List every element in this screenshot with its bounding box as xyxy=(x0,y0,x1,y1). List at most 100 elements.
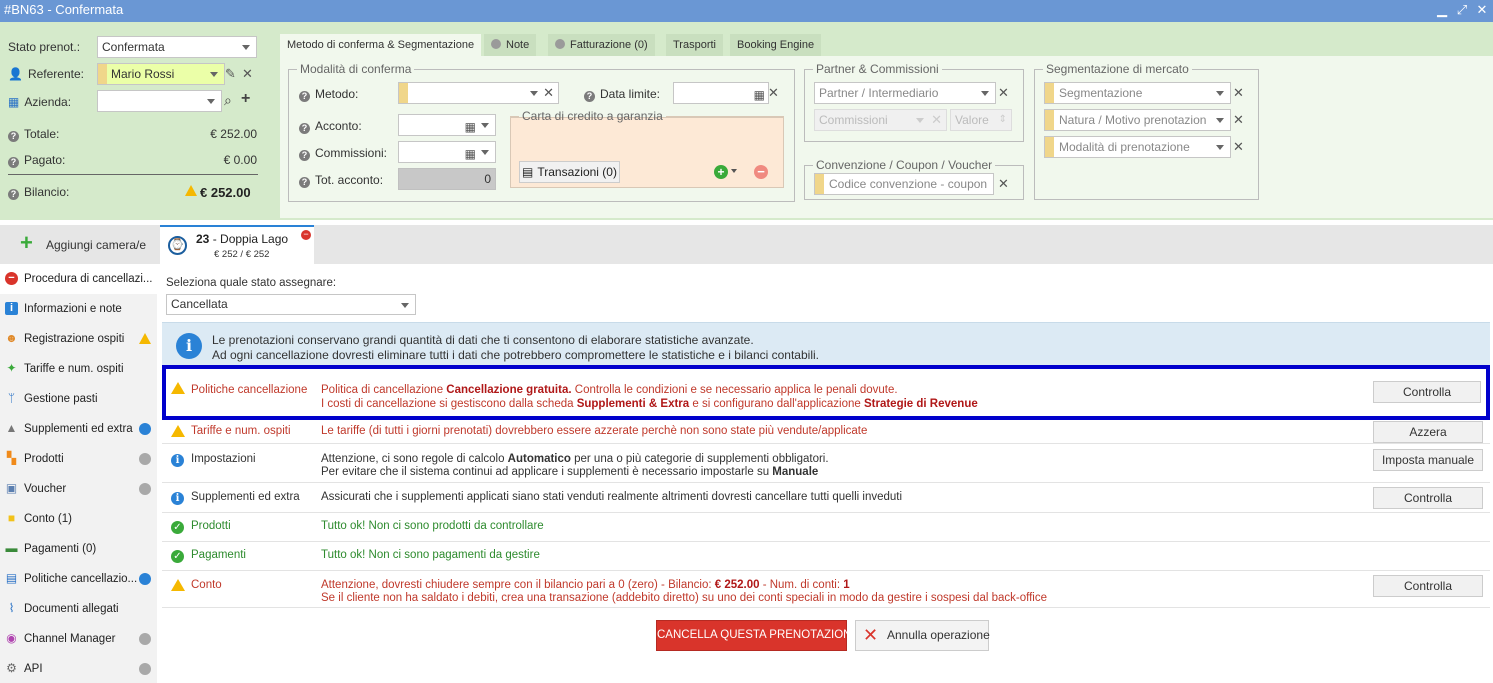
sidebar-item-supplementi-ed-extra[interactable]: ▲ Supplementi ed extra xyxy=(0,414,157,444)
valore-placeholder: Valore xyxy=(955,113,989,127)
sidebar-item-voucher[interactable]: ▣ Voucher xyxy=(0,474,157,504)
commissioni-label: ? Commissioni: xyxy=(299,146,387,161)
state-select[interactable]: Cancellata xyxy=(166,294,416,315)
codice-convenzione-input[interactable]: Codice convenzione - coupon xyxy=(814,173,994,195)
referente-input[interactable]: Mario Rossi xyxy=(97,63,225,85)
close-icon[interactable]: ✕ xyxy=(1474,2,1490,18)
remove-circle-icon[interactable]: − xyxy=(754,165,768,179)
pencil-icon[interactable]: ✎ xyxy=(225,66,236,82)
clear-icon[interactable]: ✕ xyxy=(1233,86,1244,100)
sidebar-item-api[interactable]: ⚙ API xyxy=(0,654,157,683)
tab-label: Note xyxy=(506,39,530,51)
cancel-booking-button[interactable]: CANCELLA QUESTA PRENOTAZIONE xyxy=(656,620,859,651)
info-icon: i xyxy=(5,302,18,315)
controlla-supplementi-button[interactable]: Controlla xyxy=(1373,487,1483,509)
divider xyxy=(8,174,258,175)
sidebar-item-conto-1[interactable]: ■ Conto (1) xyxy=(0,504,157,534)
sidebar-item-prodotti[interactable]: ▚ Prodotti xyxy=(0,444,157,474)
sidebar-item-label: Conto (1) xyxy=(24,513,72,525)
sidebar-item-informazioni-e-note[interactable]: i Informazioni e note xyxy=(0,294,157,324)
transazioni-button[interactable]: ▤ Transazioni (0) xyxy=(519,161,620,183)
sidebar-item-tariffe-e-num-ospiti[interactable]: ✦ Tariffe e num. ospiti xyxy=(0,354,157,384)
chevron-down-icon[interactable] xyxy=(731,169,737,173)
text-bold: € 252.00 xyxy=(714,579,760,591)
chevron-down-icon xyxy=(1216,118,1224,123)
check-circle-icon: ✓ xyxy=(171,521,184,534)
tab-fatturazione[interactable]: Fatturazione (0) xyxy=(548,34,655,56)
clear-icon[interactable]: ✕ xyxy=(1233,113,1244,127)
stato-select[interactable]: Confermata xyxy=(97,36,257,58)
clear-icon[interactable]: ✕ xyxy=(242,67,253,81)
title-bar: #BN63 - Confermata ▁ ⤢ ✕ xyxy=(0,0,1493,22)
modalita-prenotazione-select[interactable]: Modalità di prenotazione xyxy=(1044,136,1231,158)
sidebar-item-channel-manager[interactable]: ◉ Channel Manager xyxy=(0,624,157,654)
imposta-manuale-button[interactable]: Imposta manuale xyxy=(1373,449,1483,471)
sidebar-item-procedura-di-cancellazi[interactable]: − Procedura di cancellazi... xyxy=(0,264,157,294)
metodo-label: ? Metodo: xyxy=(299,87,358,102)
minimize-icon[interactable]: ▁ xyxy=(1434,2,1450,18)
controlla-conto-button[interactable]: Controlla xyxy=(1373,575,1483,597)
sidebar-item-label: Procedura di cancellazi... xyxy=(24,273,153,285)
sidebar-item-gestione-pasti[interactable]: ᛘ Gestione pasti xyxy=(0,384,157,414)
maximize-icon[interactable]: ⤢ xyxy=(1454,2,1470,18)
sidebar-item-documenti-allegati[interactable]: ⌇ Documenti allegati xyxy=(0,594,157,624)
convenzione-legend: Convenzione / Coupon / Voucher xyxy=(816,158,993,172)
document-icon: ▤ xyxy=(5,571,18,585)
select-state-label: Seleziona quale stato assegnare: xyxy=(166,277,337,289)
tab-booking-engine[interactable]: Booking Engine xyxy=(730,34,822,56)
tab-note[interactable]: Note xyxy=(484,34,537,56)
boxes-icon: ▚ xyxy=(6,451,17,465)
remove-room-icon[interactable]: − xyxy=(301,230,311,240)
natura-select[interactable]: Natura / Motivo prenotazion xyxy=(1044,109,1231,131)
add-icon[interactable]: + xyxy=(241,90,250,108)
search-icon[interactable]: ⌕ xyxy=(224,92,232,109)
add-circle-icon[interactable]: + xyxy=(714,165,728,179)
info-banner: i Le prenotazioni conservano grandi quan… xyxy=(162,322,1490,366)
abort-button[interactable]: ✕ Annulla operazione xyxy=(855,620,990,651)
calendar-icon[interactable]: ▦ xyxy=(754,85,765,103)
gear-icon: ⚙ xyxy=(6,661,17,675)
commissioni-label-text: Commissioni: xyxy=(315,146,388,160)
azienda-input[interactable] xyxy=(97,90,222,112)
commissioni-placeholder: Commissioni xyxy=(819,113,888,127)
clear-icon[interactable]: ✕ xyxy=(1233,140,1244,154)
text-part: per una o più categorie di supplementi o… xyxy=(570,453,829,465)
clear-icon[interactable]: ✕ xyxy=(768,86,779,100)
abort-label: Annulla operazione xyxy=(887,628,990,642)
check-label: Tariffe e num. ospiti xyxy=(191,425,291,437)
metodo-select[interactable]: ✕ xyxy=(398,82,559,104)
azzera-button[interactable]: Azzera xyxy=(1373,421,1483,443)
controlla-politiche-button[interactable]: Controlla xyxy=(1373,381,1481,403)
help-icon: ? xyxy=(299,177,310,188)
warning-icon xyxy=(171,382,185,394)
room-tab[interactable]: ⌚ 23 - Doppia Lago € 252 / € 252 − xyxy=(160,225,314,264)
intermediario-select[interactable]: Partner / Intermediario xyxy=(814,82,996,104)
chevron-down-icon xyxy=(210,72,218,77)
check-row-conto: Conto Attenzione, dovresti chiudere semp… xyxy=(162,571,1490,608)
check-text-line-2: Per evitare che il sistema continui ad a… xyxy=(321,466,818,479)
sidebar-item-pagamenti-0[interactable]: ▬ Pagamenti (0) xyxy=(0,534,157,564)
text-part: I costi di cancellazione si gestiscono d… xyxy=(321,398,577,410)
sidebar-item-politiche-cancellazio[interactable]: ▤ Politiche cancellazio... xyxy=(0,564,157,594)
tab-metodo-conferma[interactable]: Metodo di conferma & Segmentazione xyxy=(280,34,482,56)
state-value: Cancellata xyxy=(171,297,228,311)
sidebar-item-label: API xyxy=(24,663,43,675)
pagato-label: ? Pagato: xyxy=(8,153,65,168)
clear-icon[interactable]: ✕ xyxy=(998,177,1009,191)
tab-trasporti[interactable]: Trasporti xyxy=(666,34,723,56)
valore-input[interactable]: Valore ⇕ xyxy=(950,109,1012,131)
sidebar-item-label: Registrazione ospiti xyxy=(24,333,125,345)
close-icon: ✕ xyxy=(863,625,879,645)
clear-icon[interactable]: ✕ xyxy=(543,86,554,100)
sidebar-item-label: Supplementi ed extra xyxy=(24,423,133,435)
sidebar-item-label: Voucher xyxy=(24,483,67,495)
commissioni-input[interactable]: ▦ xyxy=(398,141,496,163)
clear-icon[interactable]: ✕ xyxy=(998,86,1009,100)
segmentazione-select[interactable]: Segmentazione xyxy=(1044,82,1231,104)
data-limite-input[interactable]: ▦ xyxy=(673,82,769,104)
commissioni-partner-select[interactable]: Commissioni ✕ xyxy=(814,109,947,131)
status-dot-icon xyxy=(139,633,151,645)
warning-icon xyxy=(171,425,185,437)
acconto-input[interactable]: ▦ xyxy=(398,114,496,136)
sidebar-item-registrazione-ospiti[interactable]: ☻ Registrazione ospiti xyxy=(0,324,157,354)
